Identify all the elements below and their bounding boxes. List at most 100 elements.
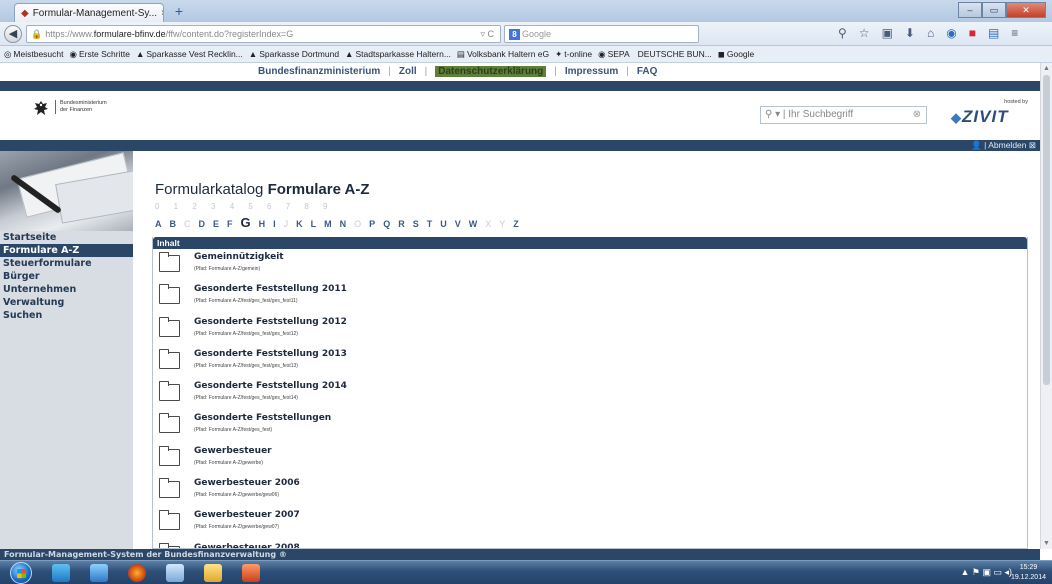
letter-index-item[interactable]: L <box>311 219 317 229</box>
folder-icon <box>158 381 180 402</box>
new-tab-button[interactable]: + <box>170 4 188 19</box>
letter-index-item[interactable]: U <box>440 219 447 229</box>
menu-addon-icon[interactable]: ▤ <box>988 26 999 40</box>
folder-title[interactable]: Gewerbesteuer 2006 <box>194 478 300 488</box>
form-folder-row[interactable]: Gesonderte Feststellung 2013 (Pfad: Formu… <box>153 346 1027 378</box>
page-scrollbar[interactable]: ▲ ▼ <box>1040 63 1052 549</box>
folder-title[interactable]: Gemeinnützigkeit <box>194 252 284 262</box>
letter-index-item[interactable]: B <box>170 219 177 229</box>
letter-index-item[interactable]: W <box>469 219 478 229</box>
addon-icon[interactable]: ◉ <box>946 26 956 40</box>
letter-index-item[interactable]: T <box>427 219 433 229</box>
sidebar-item[interactable]: Suchen <box>0 309 133 322</box>
browser-search-input[interactable]: 8 Google <box>504 25 699 43</box>
topnav-link[interactable]: Bundesfinanzministerium <box>258 66 380 77</box>
topnav-link[interactable]: Impressum <box>565 66 618 77</box>
letter-index-item[interactable]: A <box>155 219 162 229</box>
search-icon[interactable]: ⚲ ▾ | <box>765 109 786 120</box>
folder-title[interactable]: Gesonderte Feststellung 2014 <box>194 381 347 391</box>
clipboard-icon[interactable]: ▣ <box>882 26 893 40</box>
scroll-up-icon[interactable]: ▲ <box>1043 65 1050 72</box>
sidebar-item[interactable]: Verwaltung <box>0 296 133 309</box>
sidebar-item[interactable]: Formulare A-Z <box>0 244 133 257</box>
minimize-button[interactable]: – <box>958 2 982 18</box>
folder-title[interactable]: Gesonderte Feststellung 2012 <box>194 317 347 327</box>
letter-index-item[interactable]: R <box>398 219 405 229</box>
bookmark-item[interactable]: SEPA <box>608 49 630 59</box>
form-folder-row[interactable]: Gemeinnützigkeit (Pfad: Formulare A-Z/gem… <box>153 249 1027 281</box>
bookmark-item[interactable]: Google <box>727 49 754 59</box>
bookmark-item[interactable]: t-online <box>564 49 592 59</box>
explorer-folder-icon[interactable] <box>204 564 222 582</box>
form-folder-row[interactable]: Gesonderte Feststellung 2011 (Pfad: Formu… <box>153 281 1027 313</box>
topnav-link[interactable]: Datenschutzerklärung <box>435 66 547 77</box>
form-folder-row[interactable]: Gewerbesteuer 2008 <box>153 540 1027 548</box>
bookmark-item[interactable]: DEUTSCHE BUN... <box>638 49 712 59</box>
letter-index-item[interactable]: D <box>199 219 206 229</box>
sidebar-item[interactable]: Startseite <box>0 231 133 244</box>
start-button[interactable] <box>10 562 32 584</box>
letter-index-item[interactable]: Q <box>383 219 390 229</box>
red-addon-icon[interactable]: ■ <box>969 26 976 40</box>
letter-index-item[interactable]: P <box>369 219 375 229</box>
bookmark-item[interactable]: Sparkasse Dortmund <box>259 49 339 59</box>
internet-explorer-icon[interactable] <box>90 564 108 582</box>
form-folder-row[interactable]: Gewerbesteuer 2007 (Pfad: Formulare A-Z/g… <box>153 507 1027 539</box>
home-icon[interactable]: ⌂ <box>927 26 934 40</box>
form-folder-row[interactable]: Gewerbesteuer (Pfad: Formulare A-Z/gewerb… <box>153 443 1027 475</box>
letter-index-item[interactable]: M <box>324 219 332 229</box>
logout-link[interactable]: 👤 | Abmelden ⊠ <box>971 140 1036 151</box>
letter-index-item[interactable]: G <box>241 215 251 230</box>
close-window-button[interactable]: ✕ <box>1006 2 1046 18</box>
scroll-thumb[interactable] <box>1043 75 1050 385</box>
letter-index-item[interactable]: E <box>213 219 219 229</box>
scroll-down-icon[interactable]: ▼ <box>1043 540 1050 547</box>
url-bar[interactable]: 🔒 https://www.formulare-bfinv.de/ffw/cont… <box>26 25 501 43</box>
letter-index-item[interactable]: K <box>296 219 303 229</box>
back-button[interactable]: ◀ <box>4 25 22 43</box>
notepad-icon[interactable] <box>166 564 184 582</box>
letter-index-item[interactable]: S <box>413 219 419 229</box>
site-search-input[interactable]: ⚲ ▾ | Ihr Suchbegriff ⊗ <box>760 106 927 124</box>
bookmark-item[interactable]: Erste Schritte <box>79 49 130 59</box>
search-icon[interactable]: ⚲ <box>838 26 847 40</box>
letter-index-item[interactable]: H <box>259 219 266 229</box>
form-folder-row[interactable]: Gesonderte Feststellungen (Pfad: Formular… <box>153 410 1027 442</box>
folder-title[interactable]: Gesonderte Feststellung 2013 <box>194 349 347 359</box>
clear-icon[interactable]: ⊗ <box>913 109 921 120</box>
bookmark-item[interactable]: Meistbesucht <box>13 49 63 59</box>
bookmark-item[interactable]: Volksbank Haltern eG <box>467 49 549 59</box>
sidebar-item[interactable]: Steuerformulare <box>0 257 133 270</box>
bookmark-item[interactable]: Stadtsparkasse Haltern... <box>355 49 450 59</box>
sidebar-item[interactable]: Bürger <box>0 270 133 283</box>
form-folder-row[interactable]: Gesonderte Feststellung 2012 (Pfad: Formu… <box>153 314 1027 346</box>
tab-close-icon[interactable]: × <box>161 8 163 19</box>
letter-index-item[interactable]: F <box>227 219 233 229</box>
bookmark-star-icon[interactable]: ☆ <box>859 26 870 40</box>
sidebar-item[interactable]: Unternehmen <box>0 283 133 296</box>
bmf-logo[interactable]: Bundesministerium der Finanzen <box>33 100 107 118</box>
presentation-icon[interactable] <box>242 564 260 582</box>
folder-title[interactable]: Gesonderte Feststellungen <box>194 413 331 423</box>
topnav-link[interactable]: FAQ <box>637 66 658 77</box>
clock[interactable]: 15:29 19.12.2014 <box>1011 563 1046 583</box>
firefox-icon[interactable] <box>128 564 146 582</box>
folder-title[interactable]: Gewerbesteuer <box>194 446 272 456</box>
form-folder-row[interactable]: Gewerbesteuer 2006 (Pfad: Formulare A-Z/g… <box>153 475 1027 507</box>
letter-index-item[interactable]: I <box>273 219 276 229</box>
maximize-button[interactable]: ▭ <box>982 2 1006 18</box>
reload-icon[interactable]: ▿ C <box>480 29 494 40</box>
media-player-icon[interactable] <box>52 564 70 582</box>
letter-index-item[interactable]: V <box>455 219 461 229</box>
bookmark-item[interactable]: Sparkasse Vest Recklin... <box>146 49 242 59</box>
form-folder-row[interactable]: Gesonderte Feststellung 2014 (Pfad: Formu… <box>153 378 1027 410</box>
download-icon[interactable]: ⬇ <box>905 26 915 40</box>
folder-title[interactable]: Gewerbesteuer 2007 <box>194 510 300 520</box>
system-tray[interactable]: ▲ ⚑ ▣ ▭ ◂) <box>961 567 1013 578</box>
letter-index-item[interactable]: N <box>340 219 347 229</box>
topnav-link[interactable]: Zoll <box>399 66 417 77</box>
menu-icon[interactable]: ≡ <box>1011 26 1018 40</box>
folder-title[interactable]: Gesonderte Feststellung 2011 <box>194 284 347 294</box>
letter-index-item[interactable]: Z <box>513 219 519 229</box>
browser-tab[interactable]: ◆ Formular-Management-Sy... × <box>14 3 164 22</box>
